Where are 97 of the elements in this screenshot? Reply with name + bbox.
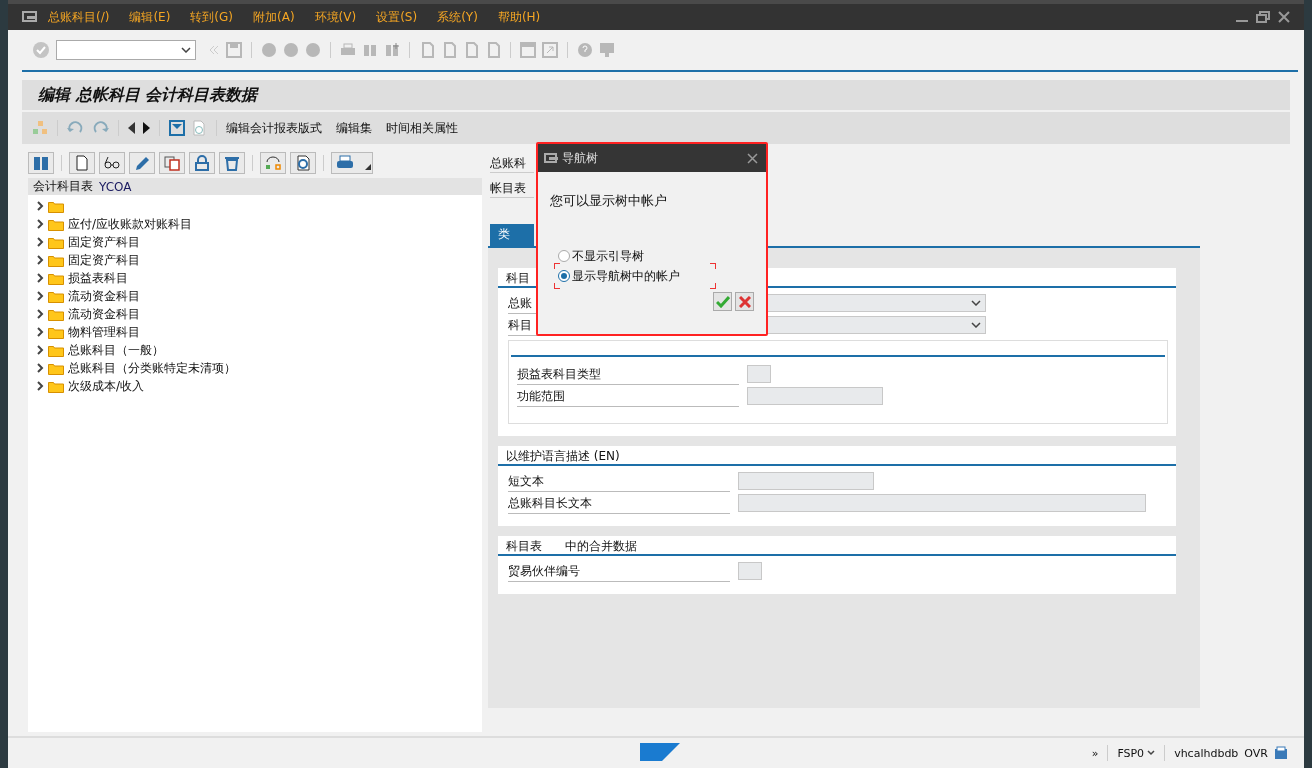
screen-title: 编辑 总帐科目 会计科目表数据 xyxy=(38,84,258,106)
section-title: 科目表 中的合并数据 xyxy=(498,538,1176,556)
field-label: 贸易伙伴编号 xyxy=(508,560,730,582)
option-label: 不显示引导树 xyxy=(572,247,644,265)
expand-icon[interactable] xyxy=(36,309,44,319)
tab[interactable]: 类 xyxy=(490,224,534,246)
expand-icon[interactable] xyxy=(36,327,44,337)
folder-icon xyxy=(48,325,64,339)
input-field[interactable] xyxy=(738,494,1146,512)
menu-item[interactable]: 总账科目(/) xyxy=(48,8,110,26)
expand-icon[interactable] xyxy=(36,237,44,247)
next-icon[interactable] xyxy=(142,122,150,134)
input-field[interactable] xyxy=(747,387,883,405)
folder-icon xyxy=(48,289,64,303)
tree-node[interactable]: 流动资金科目 xyxy=(68,305,140,323)
overflow-button[interactable]: » xyxy=(1091,746,1099,760)
refresh-icon[interactable] xyxy=(294,155,312,171)
document-icon[interactable] xyxy=(1274,746,1288,760)
menu-item[interactable]: 转到(G) xyxy=(190,8,234,26)
folder-icon xyxy=(48,361,64,375)
field-label: 总账科 xyxy=(490,154,534,173)
expand-icon[interactable] xyxy=(36,381,44,391)
tree-header-label: 会计科目表 xyxy=(33,178,93,195)
menu-item[interactable]: 设置(S) xyxy=(376,8,418,26)
tree-node[interactable]: 损益表科目 xyxy=(68,269,128,287)
close-icon[interactable] xyxy=(747,152,758,164)
copy-icon[interactable] xyxy=(163,155,181,171)
folder-icon xyxy=(48,199,64,213)
tree-node[interactable]: 总账科目（一般） xyxy=(68,341,164,359)
expand-icon[interactable] xyxy=(36,273,44,283)
caret-icon xyxy=(1147,750,1156,756)
folder-icon xyxy=(48,217,64,231)
folder-icon xyxy=(48,343,64,357)
radio-button[interactable] xyxy=(558,270,570,282)
section-title: 以维护语言描述 (EN) xyxy=(498,448,1176,466)
menu-item[interactable]: 系统(Y) xyxy=(437,8,478,26)
tree-header-value: YCOA xyxy=(99,179,132,194)
menu-item[interactable]: 附加(A) xyxy=(253,8,295,26)
tree-node[interactable]: 应付/应收账款对账科目 xyxy=(68,215,193,233)
tree-node[interactable]: 物料管理科目 xyxy=(68,323,140,341)
previous-icon[interactable] xyxy=(128,122,136,134)
trash-icon[interactable] xyxy=(223,155,241,171)
folder-icon xyxy=(48,379,64,393)
tree-node[interactable]: 总账科目（分类账特定未清项） xyxy=(68,359,236,377)
lock-icon[interactable] xyxy=(193,155,211,171)
field-label: 短文本 xyxy=(508,470,730,492)
toolbar-button[interactable]: 编辑集 xyxy=(336,119,372,137)
folder-icon xyxy=(48,235,64,249)
confirm-icon[interactable] xyxy=(715,295,730,308)
filter-icon[interactable] xyxy=(169,120,185,136)
input-field[interactable] xyxy=(747,365,771,383)
pencil-icon[interactable] xyxy=(133,155,151,171)
field-label: 总账科目长文本 xyxy=(508,492,730,514)
dialog-title: 导航树 xyxy=(562,149,598,167)
caret-icon xyxy=(971,322,981,328)
caret-icon xyxy=(971,300,981,306)
restore-icon[interactable] xyxy=(1256,11,1270,23)
server-name: vhcalhdbdb xyxy=(1174,746,1239,760)
sap-logo xyxy=(640,743,680,761)
field-label: 功能范围 xyxy=(517,385,739,407)
folder-icon xyxy=(48,253,64,267)
folder-icon xyxy=(48,307,64,321)
menu-item[interactable]: 帮助(H) xyxy=(497,8,541,26)
dropdown-icon[interactable] xyxy=(365,164,371,170)
expand-icon[interactable] xyxy=(36,291,44,301)
close-icon[interactable] xyxy=(1278,11,1290,23)
expand-icon[interactable] xyxy=(36,255,44,265)
tree-node[interactable]: 固定资产科目 xyxy=(68,233,140,251)
input-field[interactable] xyxy=(738,562,762,580)
menu-item[interactable]: 编辑(E) xyxy=(129,8,171,26)
expand-icon[interactable] xyxy=(36,345,44,355)
dialog-message: 您可以显示树中帐户 xyxy=(549,192,668,210)
dialog-icon xyxy=(544,152,558,164)
expand-icon[interactable] xyxy=(36,363,44,373)
printer-icon[interactable] xyxy=(335,155,355,171)
folder-icon xyxy=(48,271,64,285)
option-label: 显示导航树中的帐户 xyxy=(572,267,680,285)
field-label: 损益表科目类型 xyxy=(517,363,739,385)
toolbar-button[interactable]: 时间相关属性 xyxy=(386,119,458,137)
toolbar-button[interactable]: 编辑会计报表版式 xyxy=(226,119,322,137)
field-label: 帐目表 xyxy=(490,179,534,198)
menu-icon[interactable] xyxy=(22,11,38,23)
tree-node[interactable]: 固定资产科目 xyxy=(68,251,140,269)
expand-icon[interactable] xyxy=(36,219,44,229)
system-dropdown[interactable]: FSP0 xyxy=(1117,746,1156,760)
check-icon[interactable] xyxy=(32,41,50,59)
tree-node[interactable]: 流动资金科目 xyxy=(68,287,140,305)
command-field[interactable] xyxy=(56,40,196,60)
radio-button[interactable] xyxy=(558,250,570,262)
caret-icon xyxy=(181,47,191,53)
expand-icon[interactable] xyxy=(36,201,44,211)
document-icon[interactable] xyxy=(73,155,91,171)
menu-item[interactable]: 环境(V) xyxy=(314,8,357,26)
input-mode[interactable]: OVR xyxy=(1244,746,1268,760)
input-field[interactable] xyxy=(738,472,874,490)
glasses-icon[interactable] xyxy=(103,155,121,171)
tree-node[interactable]: 次级成本/收入 xyxy=(68,377,145,395)
